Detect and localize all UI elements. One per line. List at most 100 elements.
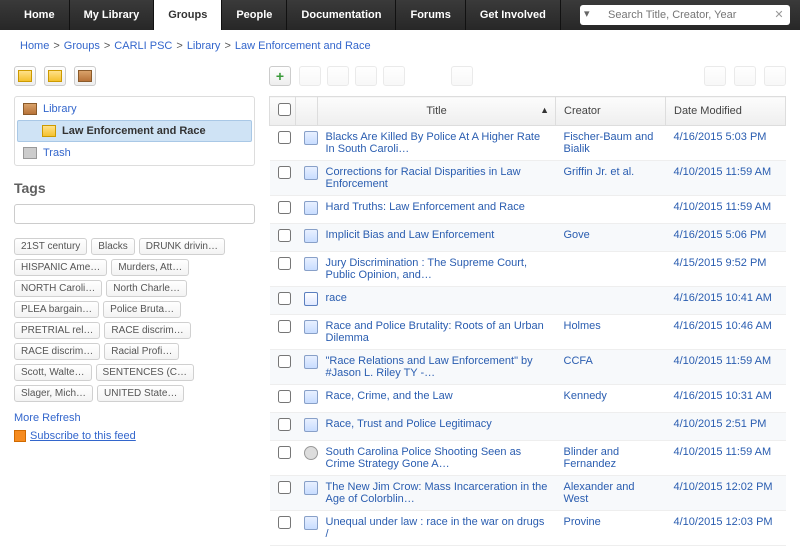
item-title[interactable]: South Carolina Police Shooting Seen as C… [318, 441, 556, 476]
tag-chip[interactable]: Blacks [91, 238, 134, 255]
row-checkbox[interactable] [278, 355, 291, 368]
tag-chip[interactable]: RACE discrim… [104, 322, 190, 339]
tag-chip[interactable]: Racial Profi… [104, 343, 179, 360]
tree-folder-selected[interactable]: Law Enforcement and Race [17, 120, 252, 142]
item-creator[interactable]: Holmes [556, 315, 666, 350]
tag-chip[interactable]: DRUNK drivin… [139, 238, 225, 255]
item-title[interactable]: race [318, 287, 556, 315]
tag-chip[interactable]: Scott, Walte… [14, 364, 92, 381]
tag-chip[interactable]: Police Bruta… [103, 301, 181, 318]
toolbar-btn-4[interactable] [383, 66, 405, 86]
table-row[interactable]: Implicit Bias and Law EnforcementGove4/1… [270, 224, 786, 252]
breadcrumb-link[interactable]: Library [187, 40, 221, 52]
tag-chip[interactable]: Slager, Mich… [14, 385, 93, 402]
search-clear-icon[interactable]: ✕ [772, 8, 786, 22]
table-row[interactable]: race4/16/2015 10:41 AM [270, 287, 786, 315]
item-creator[interactable]: Provine [556, 511, 666, 546]
toolbar-btn-3[interactable] [355, 66, 377, 86]
row-checkbox[interactable] [278, 516, 291, 529]
item-title[interactable]: Race and Police Brutality: Roots of an U… [318, 315, 556, 350]
tree-trash[interactable]: Trash [15, 143, 254, 163]
table-row[interactable]: Unequal under law : race in the war on d… [270, 511, 786, 546]
item-title[interactable]: Jury Discrimination : The Supreme Court,… [318, 252, 556, 287]
nav-tab-home[interactable]: Home [10, 0, 70, 30]
row-checkbox[interactable] [278, 201, 291, 214]
tag-chip[interactable]: RACE discrim… [14, 343, 100, 360]
item-creator[interactable]: Griffin Jr. et al. [556, 161, 666, 196]
new-group-button[interactable] [44, 66, 66, 86]
row-checkbox[interactable] [278, 166, 291, 179]
table-row[interactable]: Race, Crime, and the LawKennedy4/16/2015… [270, 385, 786, 413]
item-creator[interactable]: Fischer-Baum and Bialik [556, 126, 666, 161]
tag-filter-input[interactable] [14, 204, 255, 224]
nav-tab-groups[interactable]: Groups [154, 0, 222, 30]
row-checkbox[interactable] [278, 131, 291, 144]
tag-chip[interactable]: SENTENCES (C… [96, 364, 194, 381]
more-tags-link[interactable]: More [14, 412, 39, 424]
table-row[interactable]: Hard Truths: Law Enforcement and Race4/1… [270, 196, 786, 224]
subscribe-feed-link[interactable]: Subscribe to this feed [30, 430, 136, 442]
item-title[interactable]: Race, Crime, and the Law [318, 385, 556, 413]
row-checkbox[interactable] [278, 292, 291, 305]
table-row[interactable]: Corrections for Racial Disparities in La… [270, 161, 786, 196]
row-checkbox[interactable] [278, 418, 291, 431]
tag-chip[interactable]: North Charle… [106, 280, 187, 297]
table-row[interactable]: South Carolina Police Shooting Seen as C… [270, 441, 786, 476]
table-row[interactable]: "Race Relations and Law Enforcement" by … [270, 350, 786, 385]
toolbar-btn-1[interactable] [299, 66, 321, 86]
nav-tab-forums[interactable]: Forums [396, 0, 465, 30]
toolbar-btn-8[interactable] [764, 66, 786, 86]
tag-chip[interactable]: NORTH Caroli… [14, 280, 102, 297]
row-checkbox[interactable] [278, 257, 291, 270]
add-item-button[interactable]: + [269, 66, 291, 86]
item-title[interactable]: Implicit Bias and Law Enforcement [318, 224, 556, 252]
table-row[interactable]: Race and Police Brutality: Roots of an U… [270, 315, 786, 350]
tag-chip[interactable]: Murders, Att… [111, 259, 189, 276]
new-library-button[interactable] [74, 66, 96, 86]
search-dropdown-icon[interactable]: ▾ [584, 7, 600, 23]
table-row[interactable]: The New Jim Crow: Mass Incarceration in … [270, 476, 786, 511]
item-creator[interactable]: Gove [556, 224, 666, 252]
tag-chip[interactable]: UNITED State… [97, 385, 184, 402]
item-title[interactable]: Hard Truths: Law Enforcement and Race [318, 196, 556, 224]
refresh-tags-link[interactable]: Refresh [42, 412, 81, 424]
select-all-checkbox[interactable] [278, 103, 291, 116]
breadcrumb-link[interactable]: Groups [64, 40, 100, 52]
col-creator[interactable]: Creator [556, 97, 666, 126]
item-creator[interactable] [556, 252, 666, 287]
tag-chip[interactable]: 21ST century [14, 238, 87, 255]
item-title[interactable]: Blacks Are Killed By Police At A Higher … [318, 126, 556, 161]
new-collection-button[interactable] [14, 66, 36, 86]
tag-chip[interactable]: PRETRIAL rel… [14, 322, 100, 339]
table-row[interactable]: Race, Trust and Police Legitimacy4/10/20… [270, 413, 786, 441]
search-input[interactable] [604, 9, 772, 21]
breadcrumb-link[interactable]: CARLI PSC [114, 40, 172, 52]
item-creator[interactable]: CCFA [556, 350, 666, 385]
col-title[interactable]: Title▲ [318, 97, 556, 126]
table-row[interactable]: Blacks Are Killed By Police At A Higher … [270, 126, 786, 161]
item-title[interactable]: Unequal under law : race in the war on d… [318, 511, 556, 546]
breadcrumb-link[interactable]: Home [20, 40, 49, 52]
tag-chip[interactable]: PLEA bargain… [14, 301, 99, 318]
tree-library[interactable]: Library [15, 99, 254, 119]
toolbar-btn-7[interactable] [734, 66, 756, 86]
row-checkbox[interactable] [278, 446, 291, 459]
item-creator[interactable] [556, 196, 666, 224]
item-creator[interactable]: Blinder and Fernandez [556, 441, 666, 476]
item-title[interactable]: Corrections for Racial Disparities in La… [318, 161, 556, 196]
col-type[interactable] [296, 97, 318, 126]
table-row[interactable]: Jury Discrimination : The Supreme Court,… [270, 252, 786, 287]
item-creator[interactable] [556, 413, 666, 441]
item-creator[interactable]: Alexander and West [556, 476, 666, 511]
toolbar-btn-5[interactable] [451, 66, 473, 86]
item-creator[interactable]: Kennedy [556, 385, 666, 413]
toolbar-btn-6[interactable] [704, 66, 726, 86]
nav-tab-my-library[interactable]: My Library [70, 0, 155, 30]
row-checkbox[interactable] [278, 229, 291, 242]
row-checkbox[interactable] [278, 481, 291, 494]
row-checkbox[interactable] [278, 320, 291, 333]
item-title[interactable]: The New Jim Crow: Mass Incarceration in … [318, 476, 556, 511]
item-creator[interactable] [556, 287, 666, 315]
tag-chip[interactable]: HISPANIC Ame… [14, 259, 107, 276]
nav-tab-get-involved[interactable]: Get Involved [466, 0, 561, 30]
